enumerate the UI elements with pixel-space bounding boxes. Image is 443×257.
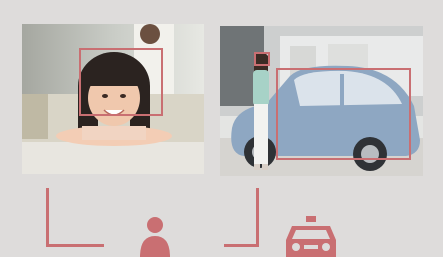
right-bracket (224, 188, 259, 247)
face-detection-box (79, 48, 163, 116)
car-detection-box (276, 68, 411, 160)
person-detection-box (254, 52, 270, 66)
car-icon (286, 216, 336, 257)
person-icon (140, 217, 170, 257)
left-bracket (46, 188, 104, 247)
